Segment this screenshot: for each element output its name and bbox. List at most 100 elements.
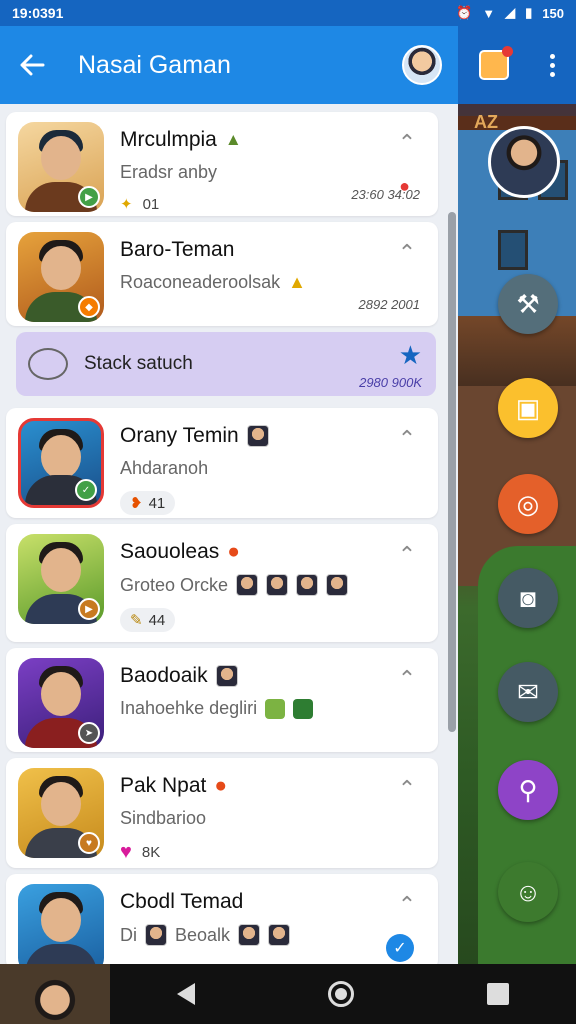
bag-button[interactable]: ▣ [498, 378, 558, 438]
tools-icon: ⚒ [516, 288, 540, 319]
warning-icon: ▲ [288, 272, 306, 292]
triangle-back-icon[interactable] [176, 983, 195, 1005]
chat-name: Mrculmpia [120, 128, 217, 151]
member-face-icon [326, 574, 349, 596]
reaction-chip[interactable]: ❥ 41 [120, 491, 176, 515]
app-bar: Nasai Gaman [0, 26, 458, 104]
sparkle-icon: ✦ [120, 196, 133, 213]
avatar[interactable] [402, 45, 442, 85]
chat-message: Inahoehke degliri [120, 698, 258, 718]
group-icon: ◆ [78, 296, 100, 318]
chat-item[interactable]: ▶ Saouoleas ● Groteo Orcke ✎ 44 ⌃ [6, 524, 438, 642]
play-icon: ▶ [78, 186, 100, 208]
house-window [498, 230, 528, 270]
member-face-icon [145, 924, 167, 946]
message-icon: ✉ [517, 676, 539, 707]
check-icon: ✓ [75, 479, 97, 501]
camera-button[interactable]: ◙ [498, 568, 558, 628]
chat-name: Baro-Teman [120, 238, 235, 261]
target-button[interactable]: ◎ [498, 474, 558, 534]
chat-item[interactable]: ➤ Baodoaik Inahoehke degliri ⌃ [6, 648, 438, 752]
chat-bubble-icon [28, 348, 68, 380]
message-button[interactable]: ✉ [498, 662, 558, 722]
chat-message: Eradsr anby [120, 162, 218, 182]
notification-icon[interactable] [478, 46, 513, 80]
caret-up-icon[interactable]: ⌃ [396, 242, 418, 264]
reaction-count: 41 [148, 494, 166, 512]
chat-count: 01 [142, 195, 160, 213]
navigation-bar [0, 964, 576, 1024]
reaction-chip[interactable]: ✎ 44 [120, 608, 176, 632]
sticker-icon [293, 698, 314, 719]
scrollbar[interactable] [448, 212, 456, 732]
chat-avatar: ♥ [18, 768, 104, 858]
recent-thumbnail[interactable] [0, 964, 110, 1024]
caret-up-icon[interactable]: ⌃ [396, 132, 418, 154]
chat-item[interactable]: ◆ Baro-Teman Roaconeaderoolsak ▲ ⌃ 2892 2… [6, 222, 438, 326]
stack-search-label: Stack satuch [84, 353, 193, 374]
chat-list: ▶ Mrculmpia ▲ Eradsr anby ✦ 01 ⌃ ● 23:60 3… [0, 104, 458, 964]
chat-item[interactable]: Cbodl Temad Di Beoalk ✓ ⌃ [6, 874, 438, 964]
chat-time: 2892 2001 [358, 297, 420, 312]
contact-face-icon [246, 425, 269, 447]
heart-badge-icon: ♥ [78, 832, 100, 854]
star-icon[interactable]: ★ [399, 340, 422, 371]
emoji-icon: ● [214, 774, 228, 797]
chat-item[interactable]: ✓ Orany Temin Ahdaranoh ❥ 41 ⌃ [6, 408, 438, 518]
chat-avatar: ➤ [18, 658, 104, 748]
status-icons: ⏰ ▼ ◢ ▮ 150 [456, 5, 564, 21]
member-face-icon [296, 574, 319, 596]
reaction-count: 44 [148, 611, 166, 629]
chat-message: Sindbarioo [120, 808, 207, 828]
kebab-menu-icon[interactable] [550, 53, 556, 77]
chat-name: Cbodl Temad [120, 890, 244, 913]
chat-name: Orany Temin [120, 424, 239, 447]
square-recent-icon[interactable] [487, 983, 510, 1005]
chat-avatar [18, 884, 104, 964]
smile-icon: ☺ [514, 876, 542, 907]
stack-search-row[interactable]: Stack satuch ★ 2980 900K [16, 332, 436, 396]
wifi-icon: ▼ [482, 5, 496, 21]
check-icon[interactable]: ✓ [386, 934, 414, 962]
corner-badge: AZ [474, 112, 498, 132]
bag-icon: ▣ [515, 392, 541, 423]
caret-up-icon[interactable]: ⌃ [396, 778, 418, 800]
arrow-left-icon [20, 54, 45, 76]
caret-up-icon[interactable]: ⌃ [396, 668, 418, 690]
caret-up-icon[interactable]: ⌃ [396, 894, 418, 916]
send-icon: ➤ [78, 722, 100, 744]
chat-name: Pak Npat [120, 774, 207, 797]
tools-button[interactable]: ⚒ [498, 274, 558, 334]
chat-message: Roaconeaderoolsak [120, 272, 281, 292]
sticker-icon: ❥ [130, 495, 143, 512]
caret-up-icon[interactable]: ⌃ [396, 428, 418, 450]
pin-icon: ⚲ [518, 774, 538, 805]
chat-avatar: ▶ [18, 122, 104, 212]
reaction-count: 8K [141, 844, 161, 861]
circle-home-icon[interactable] [327, 981, 354, 1007]
chat-avatar: ▶ [18, 534, 104, 624]
target-icon: ◎ [516, 488, 540, 519]
battery-icon: ▮ [525, 5, 533, 20]
chat-message: Groteo Orcke [120, 574, 229, 595]
camera-icon: ◙ [520, 582, 536, 613]
member-face-icon [238, 924, 261, 946]
profile-avatar-button[interactable] [488, 126, 560, 198]
emoji-button[interactable]: ☺ [498, 862, 558, 922]
sticker-icon [265, 698, 286, 719]
member-face-icon [236, 574, 259, 596]
heart-icon: ♥ [120, 841, 132, 863]
chat-item[interactable]: ▶ Mrculmpia ▲ Eradsr anby ✦ 01 ⌃ ● 23:60 3… [6, 112, 438, 216]
alarm-icon: ⏰ [456, 5, 473, 20]
right-toolbar [458, 26, 576, 104]
chat-item[interactable]: ♥ Pak Npat ● Sindbarioo ♥ 8K ⌃ [6, 758, 438, 868]
caret-up-icon[interactable]: ⌃ [396, 544, 418, 566]
chat-sub: Beoalk [175, 924, 231, 945]
pin-button[interactable]: ⚲ [498, 760, 558, 820]
member-face-icon [266, 574, 289, 596]
back-button[interactable] [16, 49, 48, 81]
member-face-icon [268, 924, 291, 946]
battery-level: 150 [542, 5, 564, 21]
chat-name: Baodoaik [120, 664, 208, 687]
page-title: Nasai Gaman [78, 50, 231, 79]
